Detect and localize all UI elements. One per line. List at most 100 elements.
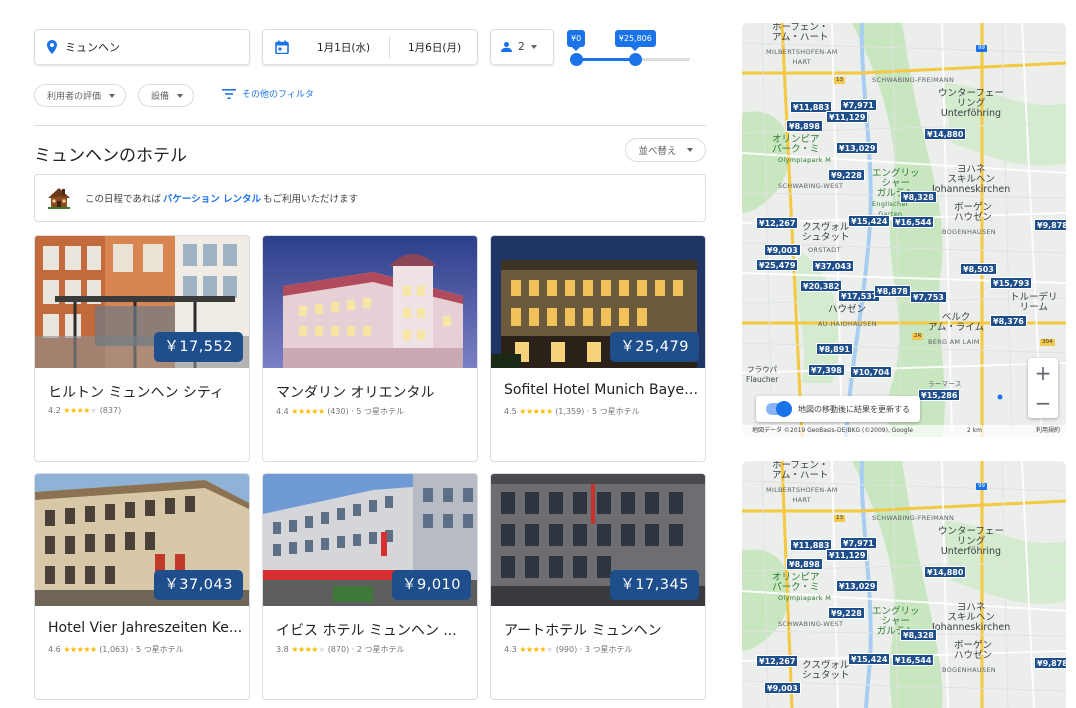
hotel-card-arthotel[interactable]: ￥17,345 アートホテル ミュンヘン 4.3 ★★★★★ (990) · 3… <box>490 473 706 700</box>
map-price-pin[interactable]: ¥16,544 <box>892 654 935 666</box>
map-price-pin[interactable]: ¥8,328 <box>900 191 937 203</box>
amenities-filter-label: 設備 <box>151 92 170 102</box>
map-price-pin[interactable]: ¥9,003 <box>764 682 801 694</box>
map-price-pin[interactable]: ¥12,267 <box>756 655 799 667</box>
hotel-name[interactable]: ヒルトン ミュンヘン シティ <box>48 382 244 402</box>
star-rating-icon: ★★★★ <box>291 645 318 654</box>
map-price-pin[interactable]: ¥9,003 <box>764 244 801 256</box>
price-range-slider[interactable]: ¥0 ¥25,806 <box>566 29 692 66</box>
location-pin-icon <box>47 40 57 54</box>
map-price-pin[interactable]: ¥9,228 <box>828 169 865 181</box>
zoom-controls: + − <box>1028 358 1058 418</box>
map-price-pin[interactable]: ¥8,898 <box>786 558 823 570</box>
guests-dropdown[interactable]: 2 <box>490 29 554 65</box>
map-price-pin[interactable]: ¥13,029 <box>836 580 879 592</box>
more-filters-button[interactable]: その他のフィルタ <box>222 87 314 100</box>
map-price-pin[interactable]: ¥7,971 <box>840 537 877 549</box>
map-attribution: 地図データ ©2019 GeoBasis-DE/BKG (©2009), Goo… <box>752 427 913 434</box>
map-label-bogenhausen-en: BOGENHAUSEN <box>942 228 996 236</box>
map-price-pin[interactable]: ¥14,880 <box>924 566 967 578</box>
map-price-pin[interactable]: ¥8,898 <box>786 120 823 132</box>
hotel-photo: ￥25,479 <box>491 236 705 368</box>
map-price-pin[interactable]: ¥8,891 <box>816 343 853 355</box>
map-price-pin[interactable]: ¥8,376 <box>990 315 1027 327</box>
hotel-meta: 4.2 ★★★★★ (837) <box>48 406 121 415</box>
date-range-picker[interactable]: 1月1日(水) 1月6日(月) <box>262 29 478 65</box>
map-price-pin[interactable]: ¥20,382 <box>800 280 843 292</box>
map-price-pin[interactable]: ¥9,228 <box>828 607 865 619</box>
hotel-card-ibis[interactable]: ￥9,010 イビス ホテル ミュンヘン ... 3.8 ★★★★★ (870)… <box>262 473 478 700</box>
hotel-name[interactable]: イビス ホテル ミュンヘン ... <box>276 620 472 640</box>
price-max-label: ¥25,806 <box>614 30 656 51</box>
sort-label: 並べ替え <box>638 146 677 157</box>
hotel-photo: ￥37,043 <box>35 474 249 606</box>
hotel-card-hilton[interactable]: ￥17,552 ヒルトン ミュンヘン シティ 4.2 ★★★★★ (837) <box>34 235 250 462</box>
hotel-name[interactable]: Hotel Vier Jahreszeiten Ke... <box>48 620 244 636</box>
toggle-switch[interactable] <box>766 401 792 417</box>
map-price-pin[interactable]: ¥10,704 <box>850 366 893 378</box>
update-on-move-toggle[interactable]: 地図の移動後に結果を更新する <box>756 396 920 422</box>
hotel-map-secondary[interactable]: ホーフェン・ アム・ハート MILBERTSHOFEN-AM HART SCHW… <box>742 461 1066 708</box>
hotel-map[interactable]: ホーフェン・ アム・ハート MILBERTSHOFEN-AM HART SCHW… <box>742 23 1066 437</box>
map-label-bogenhausen-en: BOGENHAUSEN <box>942 666 996 674</box>
map-price-pin[interactable]: ¥16,544 <box>892 216 935 228</box>
rating-value: 4.3 <box>504 645 517 654</box>
map-price-pin[interactable]: ¥9,878 <box>1034 657 1066 669</box>
rating-value: 4.6 <box>48 645 61 654</box>
hotel-class: · 5 つ星ホテル <box>586 407 640 416</box>
map-price-pin[interactable]: ¥11,129 <box>826 549 869 561</box>
map-label-schwabing-west: SCHWABING-WEST <box>778 182 844 190</box>
map-price-pin[interactable]: ¥15,286 <box>918 389 961 401</box>
page-title: ミュンヘンのホテル <box>34 146 187 166</box>
map-price-pin[interactable]: ¥8,328 <box>900 629 937 641</box>
map-label-olympiapark-en: Olympiapark M <box>778 156 832 164</box>
vacation-rental-link[interactable]: バケーション レンタル <box>163 191 261 205</box>
hotel-name[interactable]: アートホテル ミュンヘン <box>504 620 700 640</box>
hotel-name[interactable]: Sofitel Hotel Munich Bayer... <box>504 382 700 398</box>
price-min-handle[interactable] <box>569 53 583 66</box>
map-price-pin[interactable]: ¥25,479 <box>756 259 799 271</box>
hotel-card-mandarin[interactable]: マンダリン オリエンタル 4.4 ★★★★★ (430) · 5 つ星ホテル <box>262 235 478 462</box>
map-price-pin[interactable]: ¥11,129 <box>826 111 869 123</box>
map-price-pin[interactable]: ¥9,878 <box>1034 219 1066 231</box>
map-price-pin[interactable]: ¥15,424 <box>848 215 891 227</box>
hotel-card-vier-jahreszeiten[interactable]: ￥37,043 Hotel Vier Jahreszeiten Ke... 4.… <box>34 473 250 700</box>
map-price-pin[interactable]: ¥15,793 <box>990 277 1033 289</box>
banner-text-suffix: もご利用いただけます <box>263 194 359 205</box>
map-price-pin[interactable]: ¥8,503 <box>960 263 997 275</box>
check-out-date[interactable]: 1月6日(月) <box>408 40 461 55</box>
star-rating-icon: ★★★★★ <box>63 645 97 654</box>
sort-dropdown[interactable]: 並べ替え <box>625 138 706 162</box>
road-badge-2r: 2R <box>912 333 924 340</box>
chevron-down-icon <box>686 148 693 152</box>
hotel-meta: 3.8 ★★★★★ (870) · 2 つ星ホテル <box>276 644 404 655</box>
map-label-olympiapark: オリンピア パーク・ミ <box>772 572 820 593</box>
map-terms-link[interactable]: 利用規約 <box>1036 425 1060 437</box>
star-rating-icon: ★★★★★ <box>291 407 325 416</box>
zoom-in-button[interactable]: + <box>1028 358 1058 388</box>
hotel-photo: ￥17,345 <box>491 474 705 606</box>
location-input[interactable]: ミュンヘン <box>34 29 250 65</box>
map-label-johanneskirchen: ヨハネ スキルヘン Johanneskirchen <box>932 602 1011 633</box>
map-price-pin[interactable]: ¥12,267 <box>756 217 799 229</box>
hotel-card-sofitel[interactable]: ￥25,479 Sofitel Hotel Munich Bayer... 4.… <box>490 235 706 462</box>
map-price-pin[interactable]: ¥7,753 <box>910 291 947 303</box>
price-max-handle[interactable] <box>628 53 642 66</box>
map-label-olympiapark: オリンピア パーク・ミ <box>772 134 820 155</box>
amenities-filter-chip[interactable]: 設備 <box>138 84 195 107</box>
map-price-pin[interactable]: ¥37,043 <box>812 260 855 272</box>
check-in-date[interactable]: 1月1日(水) <box>317 40 389 55</box>
map-price-pin[interactable]: ¥8,878 <box>874 285 911 297</box>
hotel-name[interactable]: マンダリン オリエンタル <box>276 382 472 402</box>
map-price-pin[interactable]: ¥15,424 <box>848 653 891 665</box>
map-price-pin[interactable]: ¥13,029 <box>836 142 879 154</box>
rating-filter-chip[interactable]: 利用者の評価 <box>34 84 127 107</box>
slider-fill <box>576 58 636 61</box>
rating-value: 3.8 <box>276 645 289 654</box>
review-count: (990) <box>555 645 578 654</box>
map-price-pin[interactable]: ¥14,880 <box>924 128 967 140</box>
map-label-au-haidhausen: AU-HAIDHAUSEN <box>818 320 877 328</box>
zoom-out-button[interactable]: − <box>1028 388 1058 418</box>
map-price-pin[interactable]: ¥7,398 <box>808 364 845 376</box>
map-price-pin[interactable]: ¥7,971 <box>840 99 877 111</box>
